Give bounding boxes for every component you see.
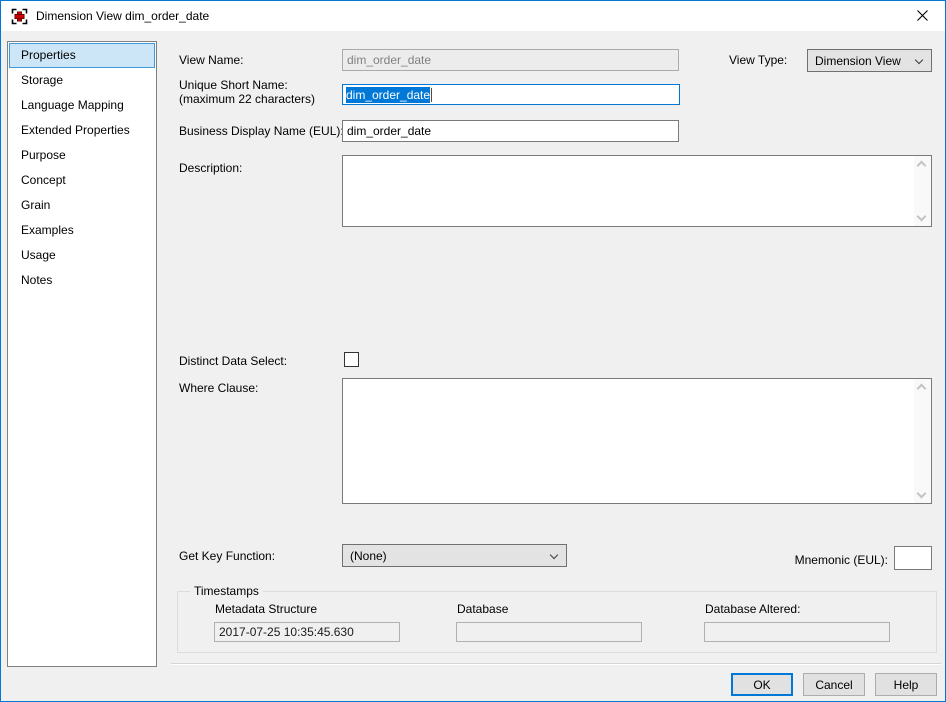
where-clause-label: Where Clause:: [179, 381, 258, 395]
close-icon: [917, 10, 928, 21]
unique-short-name-label-line2: (maximum 22 characters): [179, 92, 315, 106]
metadata-structure-label: Metadata Structure: [215, 602, 317, 616]
where-clause-textarea[interactable]: [342, 378, 932, 504]
view-type-label: View Type:: [729, 53, 787, 67]
app-icon: [11, 8, 28, 25]
database-altered-input: [704, 622, 890, 642]
scroll-down-icon[interactable]: [917, 212, 927, 222]
scroll-up-icon[interactable]: [917, 161, 927, 171]
sidebar-item-storage[interactable]: Storage: [9, 68, 155, 93]
mnemonic-label: Mnemonic (EUL):: [795, 553, 888, 567]
dialog-window: Dimension View dim_order_date Properties…: [0, 0, 946, 702]
sidebar-tab-list: Properties Storage Language Mapping Exte…: [7, 41, 157, 667]
close-button[interactable]: [900, 1, 945, 30]
window-title: Dimension View dim_order_date: [36, 9, 209, 23]
distinct-data-select-checkbox[interactable]: [344, 352, 359, 367]
selected-text: dim_order_date: [346, 87, 430, 103]
footer-divider: [171, 663, 941, 665]
view-type-dropdown[interactable]: Dimension View: [807, 49, 932, 72]
database-label: Database: [457, 602, 508, 616]
scroll-up-icon[interactable]: [917, 384, 927, 394]
business-display-name-input[interactable]: [342, 120, 679, 142]
sidebar-item-language-mapping[interactable]: Language Mapping: [9, 93, 155, 118]
chevron-down-icon: [915, 56, 923, 64]
view-type-value: Dimension View: [815, 54, 901, 68]
mnemonic-input[interactable]: [894, 546, 932, 570]
unique-short-name-label: Unique Short Name: (maximum 22 character…: [179, 78, 315, 106]
distinct-data-select-label: Distinct Data Select:: [179, 354, 287, 368]
where-clause-scrollbar[interactable]: [914, 379, 931, 503]
sidebar-item-purpose[interactable]: Purpose: [9, 143, 155, 168]
chevron-down-icon: [550, 551, 558, 559]
get-key-function-value: (None): [350, 549, 387, 563]
metadata-structure-input: [214, 622, 400, 642]
sidebar-item-grain[interactable]: Grain: [9, 193, 155, 218]
sidebar-item-concept[interactable]: Concept: [9, 168, 155, 193]
description-textarea[interactable]: [342, 155, 932, 227]
unique-short-name-label-line1: Unique Short Name:: [179, 78, 315, 92]
description-scrollbar[interactable]: [914, 156, 931, 226]
database-input: [456, 622, 642, 642]
sidebar-item-extended-properties[interactable]: Extended Properties: [9, 118, 155, 143]
view-name-label: View Name:: [179, 53, 243, 67]
sidebar-item-properties[interactable]: Properties: [9, 43, 155, 68]
get-key-function-label: Get Key Function:: [179, 549, 275, 563]
scroll-down-icon[interactable]: [917, 489, 927, 499]
description-label: Description:: [179, 161, 242, 175]
ok-button[interactable]: OK: [731, 673, 793, 696]
text-caret: [431, 88, 432, 102]
database-altered-label: Database Altered:: [705, 602, 800, 616]
unique-short-name-input[interactable]: dim_order_date: [342, 84, 680, 105]
sidebar-item-notes[interactable]: Notes: [9, 268, 155, 293]
help-button[interactable]: Help: [875, 673, 937, 696]
timestamps-group-label: Timestamps: [190, 584, 263, 598]
get-key-function-dropdown[interactable]: (None): [342, 544, 567, 567]
sidebar-item-usage[interactable]: Usage: [9, 243, 155, 268]
title-bar: Dimension View dim_order_date: [1, 1, 945, 31]
business-display-name-label: Business Display Name (EUL):: [179, 124, 344, 138]
view-name-input: [342, 49, 679, 71]
cancel-button[interactable]: Cancel: [803, 673, 865, 696]
sidebar-item-examples[interactable]: Examples: [9, 218, 155, 243]
timestamps-group: Timestamps Metadata Structure Database D…: [177, 591, 937, 653]
